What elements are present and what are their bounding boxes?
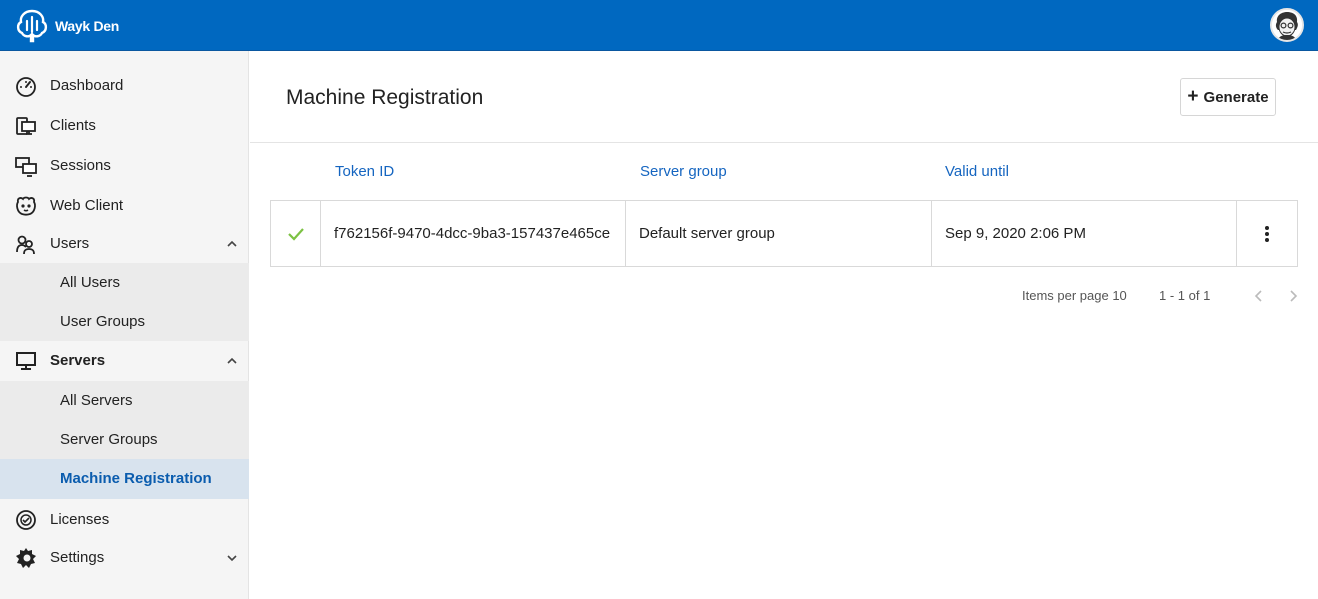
column-header-token-id[interactable]: Token ID [335,163,394,180]
sidebar-item-label: Licenses [50,511,110,528]
next-page-icon[interactable] [1286,289,1300,303]
server-group-cell: Default server group [626,201,932,266]
sidebar-subitem-user-groups[interactable]: User Groups [0,302,249,341]
app-logo[interactable]: Wayk Den [14,8,119,44]
row-menu-cell[interactable] [1237,201,1297,266]
sidebar-subitem-label: All Users [60,274,121,291]
token-id-cell: f762156f-9470-4dcc-9ba3-157437e465ce [321,201,626,266]
sidebar-subitem-server-groups[interactable]: Server Groups [0,420,249,459]
sidebar-item-licenses[interactable]: Licenses [0,500,249,539]
sidebar-item-settings[interactable]: Settings [0,538,249,577]
users-icon [16,235,35,254]
generate-button[interactable]: + Generate [1180,78,1276,116]
web-client-icon [16,196,36,216]
sidebar-item-sessions[interactable]: Sessions [0,146,249,185]
chevron-down-icon[interactable] [226,552,238,564]
sidebar-item-web-client[interactable]: Web Client [0,186,249,225]
check-icon [287,227,304,241]
sidebar-item-users[interactable]: Users [0,224,249,263]
sidebar-subitem-machine-registration[interactable]: Machine Registration [0,459,249,499]
valid-until-cell: Sep 9, 2020 2:06 PM [932,201,1237,266]
sidebar-item-label: Sessions [50,157,111,174]
sidebar-item-servers[interactable]: Servers [0,341,249,380]
token-id-value: f762156f-9470-4dcc-9ba3-157437e465ce [334,225,611,242]
sidebar-subitem-all-users[interactable]: All Users [0,263,249,302]
sidebar-subitem-label: Server Groups [60,431,158,448]
server-group-value: Default server group [639,225,775,242]
user-avatar-icon [1272,10,1302,40]
sidebar-item-clients[interactable]: Clients [0,106,249,145]
sidebar-item-dashboard[interactable]: Dashboard [0,66,249,105]
dashboard-icon [16,76,36,97]
top-bar: Wayk Den [0,0,1318,51]
sidebar-item-label: Web Client [50,197,124,214]
items-per-page[interactable]: Items per page 10 [1022,288,1127,303]
valid-until-value: Sep 9, 2020 2:06 PM [945,225,1086,242]
sidebar-item-label: Clients [50,117,96,134]
avatar[interactable] [1270,8,1304,42]
wayk-logo-icon [16,9,48,43]
sidebar-item-label: Dashboard [50,77,124,94]
chevron-up-icon[interactable] [226,238,238,250]
servers-icon [16,351,36,370]
clients-icon [16,116,36,135]
licenses-icon [16,509,36,530]
sidebar-item-label: Settings [50,549,105,566]
column-header-valid-until[interactable]: Valid until [945,163,1009,180]
chevron-up-icon[interactable] [226,355,238,367]
column-header-server-group[interactable]: Server group [640,163,727,180]
pager-range: 1 - 1 of 1 [1159,288,1211,303]
previous-page-icon[interactable] [1252,289,1266,303]
sidebar-subitem-label: All Servers [60,392,133,409]
sidebar-subitem-all-servers[interactable]: All Servers [0,381,249,420]
sidebar-item-label: Servers [50,352,106,369]
sidebar: Dashboard Clients Sessions Web Client Us… [0,51,249,599]
status-cell [271,201,321,266]
sidebar-subitem-label: Machine Registration [60,470,212,487]
sidebar-item-label: Users [50,235,90,252]
more-vertical-icon[interactable] [1264,225,1270,243]
page-header: Machine Registration + Generate [250,52,1318,143]
table-row[interactable]: f762156f-9470-4dcc-9ba3-157437e465ce Def… [270,200,1298,267]
page-title: Machine Registration [286,86,484,109]
plus-icon: + [1187,85,1199,107]
sessions-icon [15,156,37,177]
sidebar-subitem-label: User Groups [60,313,146,330]
settings-icon [16,547,36,568]
generate-label: Generate [1203,88,1269,106]
app-name: Wayk Den [55,18,119,34]
